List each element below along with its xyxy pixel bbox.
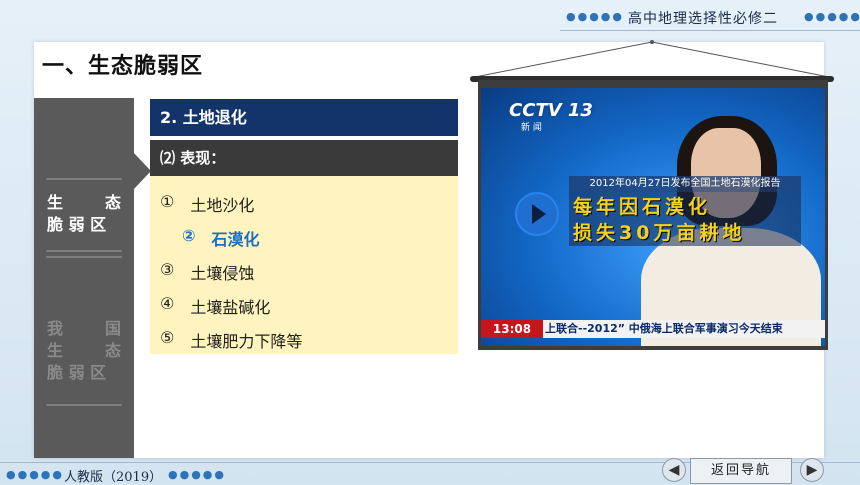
sidebar-text: 脆 弱 区: [47, 363, 107, 382]
list-item: ③ 土壤侵蚀: [160, 260, 254, 284]
list-item: ① 土地沙化: [160, 192, 254, 216]
sidebar-divider: [46, 256, 122, 258]
sidebar-divider: [46, 404, 122, 406]
sidebar-item-china-fragile-areas[interactable]: 我 国 生 态 脆 弱 区: [34, 318, 134, 384]
sidebar-text: 脆 弱 区: [47, 215, 107, 234]
sidebar-item-ecologically-fragile-area[interactable]: 生 态 脆 弱 区: [34, 192, 134, 236]
item-text: 石漠化: [211, 230, 260, 249]
list-item: ⑤ 土壤肥力下降等: [160, 328, 302, 352]
dots-decoration: ●●●●●: [168, 468, 226, 481]
item-text: 土壤侵蚀: [190, 264, 255, 283]
list-item-highlighted: ② 石漠化: [182, 226, 260, 250]
sidebar-text: 生: [47, 193, 64, 212]
dots-decoration: ●●●●●: [804, 10, 860, 23]
frame-hanger: [469, 40, 835, 79]
item-number: ⑤: [160, 328, 175, 347]
item-number: ②: [182, 226, 196, 245]
cctv-logo-sub: 新 闻: [521, 123, 542, 133]
news-caption-line2: 损失30万亩耕地: [573, 222, 746, 244]
sidebar-divider: [46, 250, 122, 252]
item-text: 土壤肥力下降等: [190, 332, 303, 351]
item-text: 土壤盐碱化: [190, 298, 271, 317]
sidebar-text: 生: [47, 341, 64, 360]
sidebar-divider: [46, 178, 122, 180]
sidebar-text: 我: [47, 319, 64, 338]
return-navigation-button[interactable]: 返回导航: [690, 458, 792, 484]
sidebar-text: 态: [104, 341, 121, 360]
section-title: 一、生态脆弱区: [42, 54, 204, 79]
active-pointer-arrow: [133, 152, 151, 190]
ticker-text: 上联合--2012” 中俄海上联合军事演习今天结束: [545, 322, 783, 335]
item-text: 土地沙化: [190, 196, 255, 215]
item-number: ③: [160, 260, 175, 279]
next-page-button[interactable]: ▶: [800, 458, 824, 482]
publisher-edition: 人教版（2019）: [64, 470, 163, 485]
sidebar: 生态 脆 弱 区 我国 生态 脆 弱 区: [34, 98, 134, 458]
news-video[interactable]: CCTV 13 新 闻 2012年04月27日发布全国土地石漠化报告 每年因石漠…: [481, 88, 825, 346]
news-caption-line1: 每年因石漠化: [573, 196, 712, 218]
content-heading: 2. 土地退化: [150, 99, 458, 136]
cctv-logo: CCTV 13: [509, 100, 593, 121]
list-item: ④ 土壤盐碱化: [160, 294, 270, 318]
sidebar-text: 态: [104, 193, 121, 212]
dots-decoration: ●●●●●: [6, 468, 64, 481]
performance-list: ① 土地沙化 ② 石漠化 ③ 土壤侵蚀 ④ 土壤盐碱化 ⑤ 土壤肥力下降等: [150, 176, 458, 354]
sidebar-text: 国: [104, 319, 121, 338]
dots-decoration: ●●●●●: [566, 10, 624, 23]
header-divider: [560, 30, 860, 31]
top-bar: ●●●●● 高中地理选择性必修二 ●●●●●: [0, 0, 860, 38]
content-subheading: ⑵ 表现：: [150, 140, 458, 176]
play-button-icon[interactable]: [515, 192, 559, 236]
news-ticker: 13:08 上联合--2012” 中俄海上联合军事演习今天结束: [481, 320, 825, 338]
course-title: 高中地理选择性必修二: [628, 11, 778, 27]
ticker-time: 13:08: [481, 320, 543, 338]
item-number: ①: [160, 192, 175, 211]
news-caption-top: 2012年04月27日发布全国土地石漠化报告: [569, 176, 801, 192]
previous-page-button[interactable]: ◀: [662, 458, 686, 482]
item-number: ④: [160, 294, 175, 313]
